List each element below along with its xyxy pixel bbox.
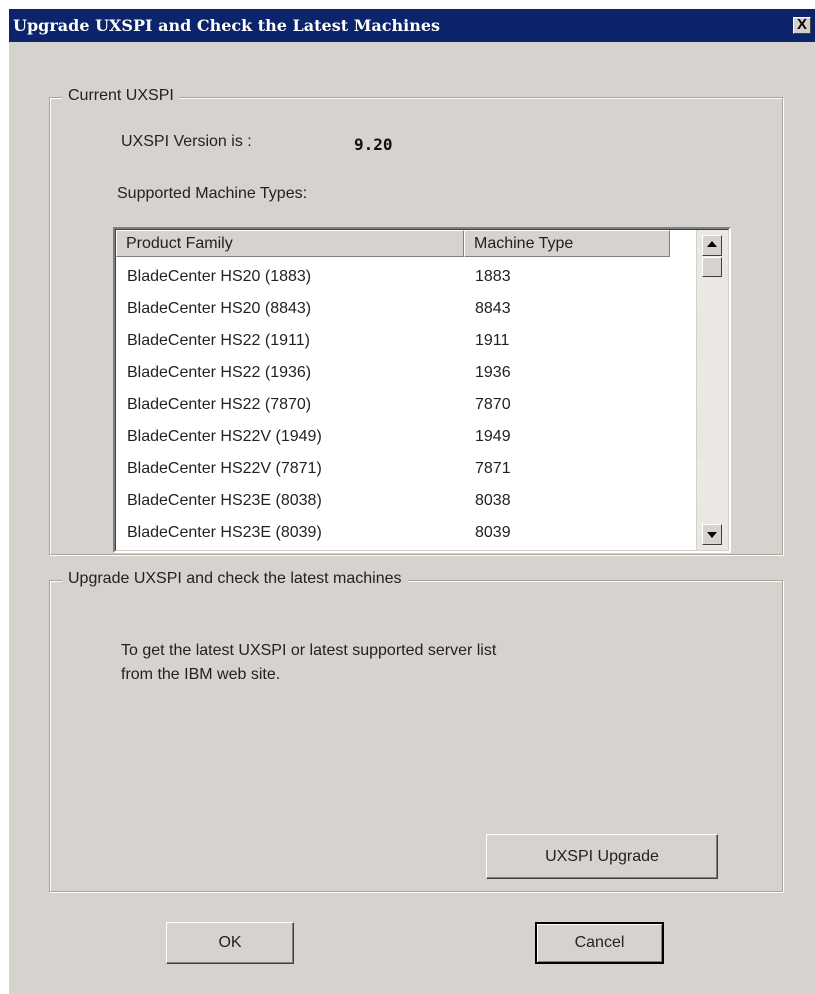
- upgrade-info-line-2: from the IBM web site.: [121, 666, 281, 683]
- table-row[interactable]: BladeCenter HS22 (7870) 7870: [116, 389, 670, 421]
- table-row[interactable]: BladeCenter HS23E (8039) 8039: [116, 517, 670, 549]
- upgrade-info-line-1: To get the latest UXSPI or latest suppor…: [121, 642, 497, 659]
- version-label: UXSPI Version is :: [121, 133, 252, 150]
- cancel-button[interactable]: Cancel: [535, 922, 664, 964]
- machine-type-cell: 1911: [475, 332, 510, 349]
- product-family-cell: BladeCenter HS23E (8038): [127, 492, 322, 509]
- machine-type-cell: 1883: [475, 268, 511, 285]
- title-bar[interactable]: Upgrade UXSPI and Check the Latest Machi…: [9, 9, 815, 42]
- table-row[interactable]: BladeCenter HS20 (1883) 1883: [116, 261, 670, 293]
- column-header-machine-type[interactable]: Machine Type: [464, 230, 670, 257]
- version-value: 9.20: [354, 135, 393, 154]
- machine-types-list[interactable]: Product Family Machine Type BladeCenter …: [113, 227, 731, 553]
- machine-type-cell: 8843: [475, 300, 511, 317]
- window-title: Upgrade UXSPI and Check the Latest Machi…: [13, 16, 441, 35]
- table-row[interactable]: BladeCenter HS20 (8843) 8843: [116, 293, 670, 325]
- list-header: Product Family Machine Type: [116, 230, 670, 257]
- product-family-cell: BladeCenter HS22V (7871): [127, 460, 322, 477]
- ok-button[interactable]: OK: [166, 922, 294, 964]
- product-family-cell: BladeCenter HS20 (8843): [127, 300, 312, 317]
- supported-machine-types-label: Supported Machine Types:: [117, 185, 308, 202]
- current-uxspi-legend: Current UXSPI: [62, 87, 180, 105]
- product-family-cell: BladeCenter HS22 (1911): [127, 332, 310, 349]
- table-row[interactable]: BladeCenter HS22V (1949) 1949: [116, 421, 670, 453]
- machine-type-cell: 7870: [475, 396, 511, 413]
- table-row[interactable]: BladeCenter HS22 (1911) 1911: [116, 325, 670, 357]
- scroll-down-arrow-icon[interactable]: [702, 524, 722, 545]
- scroll-thumb[interactable]: [702, 257, 722, 277]
- machine-type-cell: 8039: [475, 524, 511, 541]
- machine-type-cell: 1936: [475, 364, 511, 381]
- product-family-cell: BladeCenter HS23E (8039): [127, 524, 322, 541]
- column-header-product-family[interactable]: Product Family: [116, 230, 464, 257]
- uxspi-upgrade-button[interactable]: UXSPI Upgrade: [486, 834, 718, 879]
- product-family-cell: BladeCenter HS20 (1883): [127, 268, 312, 285]
- close-icon[interactable]: X: [793, 17, 811, 34]
- machine-type-cell: 8038: [475, 492, 511, 509]
- upgrade-info-text: To get the latest UXSPI or latest suppor…: [121, 639, 496, 687]
- machine-type-cell: 1949: [475, 428, 511, 445]
- list-rows: BladeCenter HS20 (1883) 1883 BladeCenter H…: [116, 261, 670, 549]
- table-row[interactable]: BladeCenter HS22 (1936) 1936: [116, 357, 670, 389]
- upgrade-uxspi-dialog: Upgrade UXSPI and Check the Latest Machi…: [8, 8, 815, 994]
- table-row[interactable]: BladeCenter HS23E (8038) 8038: [116, 485, 670, 517]
- scroll-up-arrow-icon[interactable]: [702, 235, 722, 256]
- upgrade-group-legend: Upgrade UXSPI and check the latest machi…: [62, 570, 408, 588]
- table-row[interactable]: BladeCenter HS22V (7871) 7871: [116, 453, 670, 485]
- product-family-cell: BladeCenter HS22 (1936): [127, 364, 312, 381]
- product-family-cell: BladeCenter HS22 (7870): [127, 396, 312, 413]
- product-family-cell: BladeCenter HS22V (1949): [127, 428, 322, 445]
- vertical-scrollbar[interactable]: [696, 230, 728, 550]
- machine-type-cell: 7871: [475, 460, 511, 477]
- list-frame: Product Family Machine Type BladeCenter …: [115, 229, 729, 551]
